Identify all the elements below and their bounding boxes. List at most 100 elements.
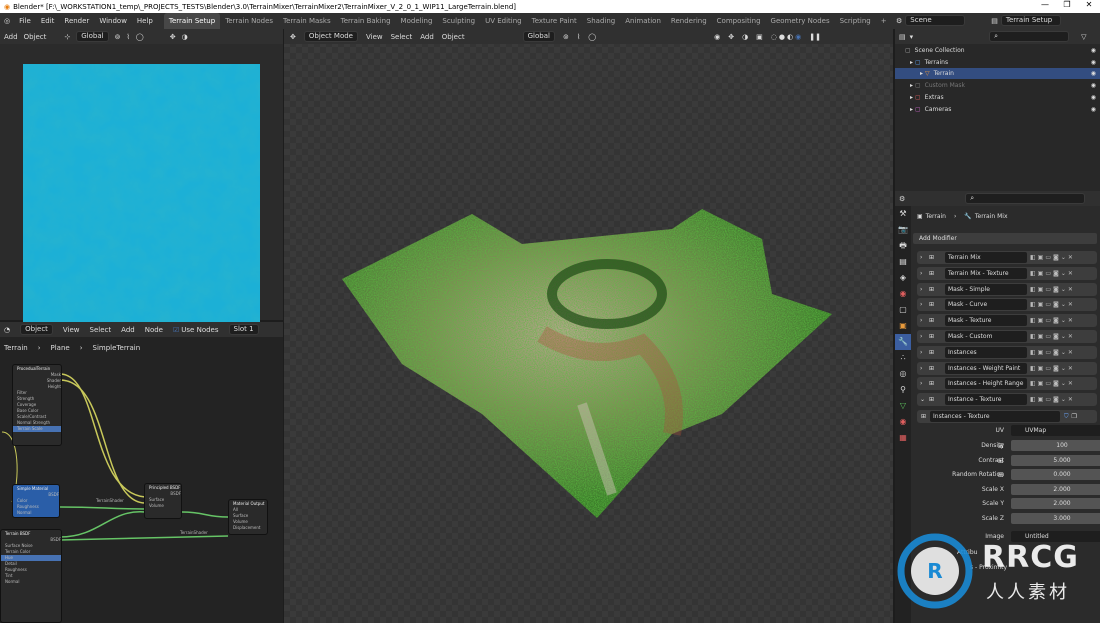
texture-tab-icon[interactable]: ▦	[895, 430, 911, 446]
node-socket[interactable]: Normal	[1, 579, 61, 585]
tab-terrain-setup[interactable]: Terrain Setup	[163, 13, 221, 29]
menu-edit[interactable]: Edit	[36, 17, 60, 25]
outliner-item[interactable]: ▸ ▢ Cameras ◉	[895, 104, 1100, 115]
input-value-field[interactable]: 3.000	[1011, 513, 1100, 524]
add-menu[interactable]: Add	[4, 33, 18, 41]
modifier-toggle-icons[interactable]: ◧▣▭◙⌄✕	[1030, 332, 1094, 341]
outliner-item[interactable]: ▸ ▢ Terrains ◉	[895, 57, 1100, 68]
expand-arrow-icon[interactable]: ▸	[895, 68, 925, 79]
blender-menu-icon[interactable]: ◎	[4, 17, 10, 25]
modifier-toggle-icons[interactable]: ◧▣▭◙⌄✕	[1030, 285, 1094, 294]
data-tab-icon[interactable]: ▽	[895, 398, 911, 414]
transform-orientation-dropdown[interactable]: Global	[76, 31, 109, 42]
modifier-toggle-icons[interactable]: ◧▣▭◙⌄✕	[1030, 253, 1094, 262]
editor-type-icon[interactable]: ✥	[290, 33, 296, 41]
visibility-eye-icon[interactable]: ◉	[1091, 80, 1096, 91]
modifier-panel[interactable]: › ⊞ Mask - Simple ◧▣▭◙⌄✕	[917, 282, 1097, 296]
modifier-toggle-icons[interactable]: ◧▣▭◙⌄✕	[1030, 379, 1094, 388]
visibility-eye-icon[interactable]: ◉	[1091, 45, 1096, 56]
pivot-icon[interactable]: ⊚	[563, 33, 569, 41]
tab-texture-paint[interactable]: Texture Paint	[527, 13, 582, 29]
modifier-name-field[interactable]: Mask - Simple	[945, 283, 1027, 295]
object-tab-icon[interactable]: ▣	[895, 318, 911, 334]
modifier-panel[interactable]: ⌄ ⊞ Instance - Texture ◧▣▭◙⌄✕	[917, 393, 1097, 407]
modifier-name-field[interactable]: Mask - Texture	[945, 315, 1027, 327]
visibility-eye-icon[interactable]: ◉	[1091, 104, 1096, 115]
modifier-panel[interactable]: › ⊞ Terrain Mix ◧▣▭◙⌄✕	[917, 251, 1097, 264]
overlay-icon[interactable]: ◑	[742, 33, 748, 41]
constraints-tab-icon[interactable]: ⚲	[895, 382, 911, 398]
output-tab-icon[interactable]: 🖶	[895, 238, 911, 254]
menu-file[interactable]: File	[14, 17, 36, 25]
particles-tab-icon[interactable]: ∴	[895, 350, 911, 366]
pivot-icon[interactable]: ⊚	[115, 33, 121, 41]
menu-help[interactable]: Help	[132, 17, 158, 25]
shading-solid-icon[interactable]: ●	[779, 33, 785, 41]
outliner-item[interactable]: ▸ ▢ Custom Mask ◉	[895, 80, 1100, 91]
modifier-name-field[interactable]: Terrain Mix - Texture	[945, 267, 1027, 279]
add-workspace-button[interactable]: +	[876, 13, 892, 29]
tab-rendering[interactable]: Rendering	[666, 13, 712, 29]
tab-animation[interactable]: Animation	[620, 13, 666, 29]
minimize-button[interactable]: —	[1034, 0, 1056, 9]
outliner-item[interactable]: ▸ ▢ Extras ◉	[895, 92, 1100, 103]
tab-uv-editing[interactable]: UV Editing	[480, 13, 527, 29]
transform-orientation-dropdown[interactable]: Global	[522, 31, 555, 42]
chevron-right-icon[interactable]: ›	[920, 330, 922, 343]
menu-render[interactable]: Render	[59, 17, 94, 25]
physics-tab-icon[interactable]: ◎	[895, 366, 911, 382]
modifier-panel[interactable]: › ⊞ Instances - Height Range ◧▣▭◙⌄✕	[917, 377, 1097, 391]
modifier-panel[interactable]: › ⊞ Instances - Weight Paint ◧▣▭◙⌄✕	[917, 361, 1097, 375]
transform-orientation-icon[interactable]: ⊹	[64, 33, 70, 41]
tab-shading[interactable]: Shading	[582, 13, 620, 29]
xray-icon[interactable]: ▣	[756, 33, 763, 41]
world-tab-icon[interactable]: ◉	[895, 286, 911, 302]
editor-type-icon[interactable]: ▤	[899, 33, 906, 41]
node-procedural-terrain[interactable]: ProcedualTerrain Mask Shader Height Filt…	[12, 364, 62, 446]
modifier-name-field[interactable]: Mask - Custom	[945, 331, 1027, 342]
modifier-toggle-icons[interactable]: ◧▣▭◙⌄✕	[1030, 395, 1094, 404]
node-group-name[interactable]: Instances - Texture	[930, 411, 1061, 422]
material-tab-icon[interactable]: ◉	[895, 414, 911, 430]
tab-terrain-masks[interactable]: Terrain Masks	[278, 13, 336, 29]
scene-selector[interactable]: Scene	[905, 15, 966, 26]
proportional-icon[interactable]: ◯	[136, 33, 144, 41]
add-menu[interactable]: Add	[420, 33, 434, 41]
object-menu[interactable]: Object	[442, 33, 465, 41]
tab-scripting[interactable]: Scripting	[835, 13, 876, 29]
chevron-right-icon[interactable]: ›	[920, 251, 922, 264]
close-button[interactable]: ✕	[1078, 0, 1100, 9]
fake-user-icon[interactable]: ⛉	[1064, 413, 1069, 421]
modifier-name-field[interactable]: Instances - Weight Paint	[945, 362, 1027, 374]
view-menu[interactable]: View	[366, 33, 383, 41]
properties-search-input[interactable]: ⌕	[965, 193, 1086, 204]
shading-rendered-icon[interactable]: ◉	[795, 33, 801, 41]
scene-tab-icon[interactable]: ◈	[895, 270, 911, 286]
chevron-right-icon[interactable]: ›	[920, 314, 922, 327]
outliner-item[interactable]: ▸ ▽ Terrain ◉	[895, 68, 1100, 80]
tab-terrain-nodes[interactable]: Terrain Nodes	[220, 13, 278, 29]
tab-modeling[interactable]: Modeling	[396, 13, 438, 29]
expand-arrow-icon[interactable]: ▸	[895, 92, 915, 103]
outliner-item[interactable]: ▢ Scene Collection ◉	[895, 45, 1100, 56]
input-value-field[interactable]: 100	[1011, 440, 1100, 451]
attribute-toggle-icon[interactable]: ⊞	[998, 440, 1004, 452]
tab-sculpting[interactable]: Sculpting	[437, 13, 480, 29]
modifier-toggle-icons[interactable]: ◧▣▭◙⌄✕	[1030, 364, 1094, 373]
add-modifier-button[interactable]: Add Modifier	[913, 233, 1097, 244]
attribute-toggle-icon[interactable]: ⊞	[998, 455, 1004, 467]
modifier-tab-icon[interactable]: 🔧	[895, 334, 911, 350]
maximize-button[interactable]: ❐	[1056, 0, 1078, 9]
input-value-field[interactable]: 5.000	[1011, 454, 1100, 466]
snap-icon[interactable]: ⌇	[126, 33, 129, 41]
visibility-eye-icon[interactable]: ◉	[1091, 57, 1096, 68]
menu-window[interactable]: Window	[94, 17, 132, 25]
tab-compositing[interactable]: Compositing	[712, 13, 766, 29]
modifier-toggle-icons[interactable]: ◧▣▭◙⌄✕	[1030, 269, 1094, 278]
node-terrain-bsdf[interactable]: Terrain BSDF BSDF Surface Noise Terrain …	[0, 529, 62, 623]
tool-tab-icon[interactable]: ⚒	[895, 206, 911, 222]
modifier-panel[interactable]: › ⊞ Instances ◧▣▭◙⌄✕	[917, 345, 1097, 359]
chevron-right-icon[interactable]: ›	[920, 377, 922, 390]
chevron-right-icon[interactable]: ›	[920, 346, 922, 359]
object-menu[interactable]: Object	[24, 33, 47, 41]
